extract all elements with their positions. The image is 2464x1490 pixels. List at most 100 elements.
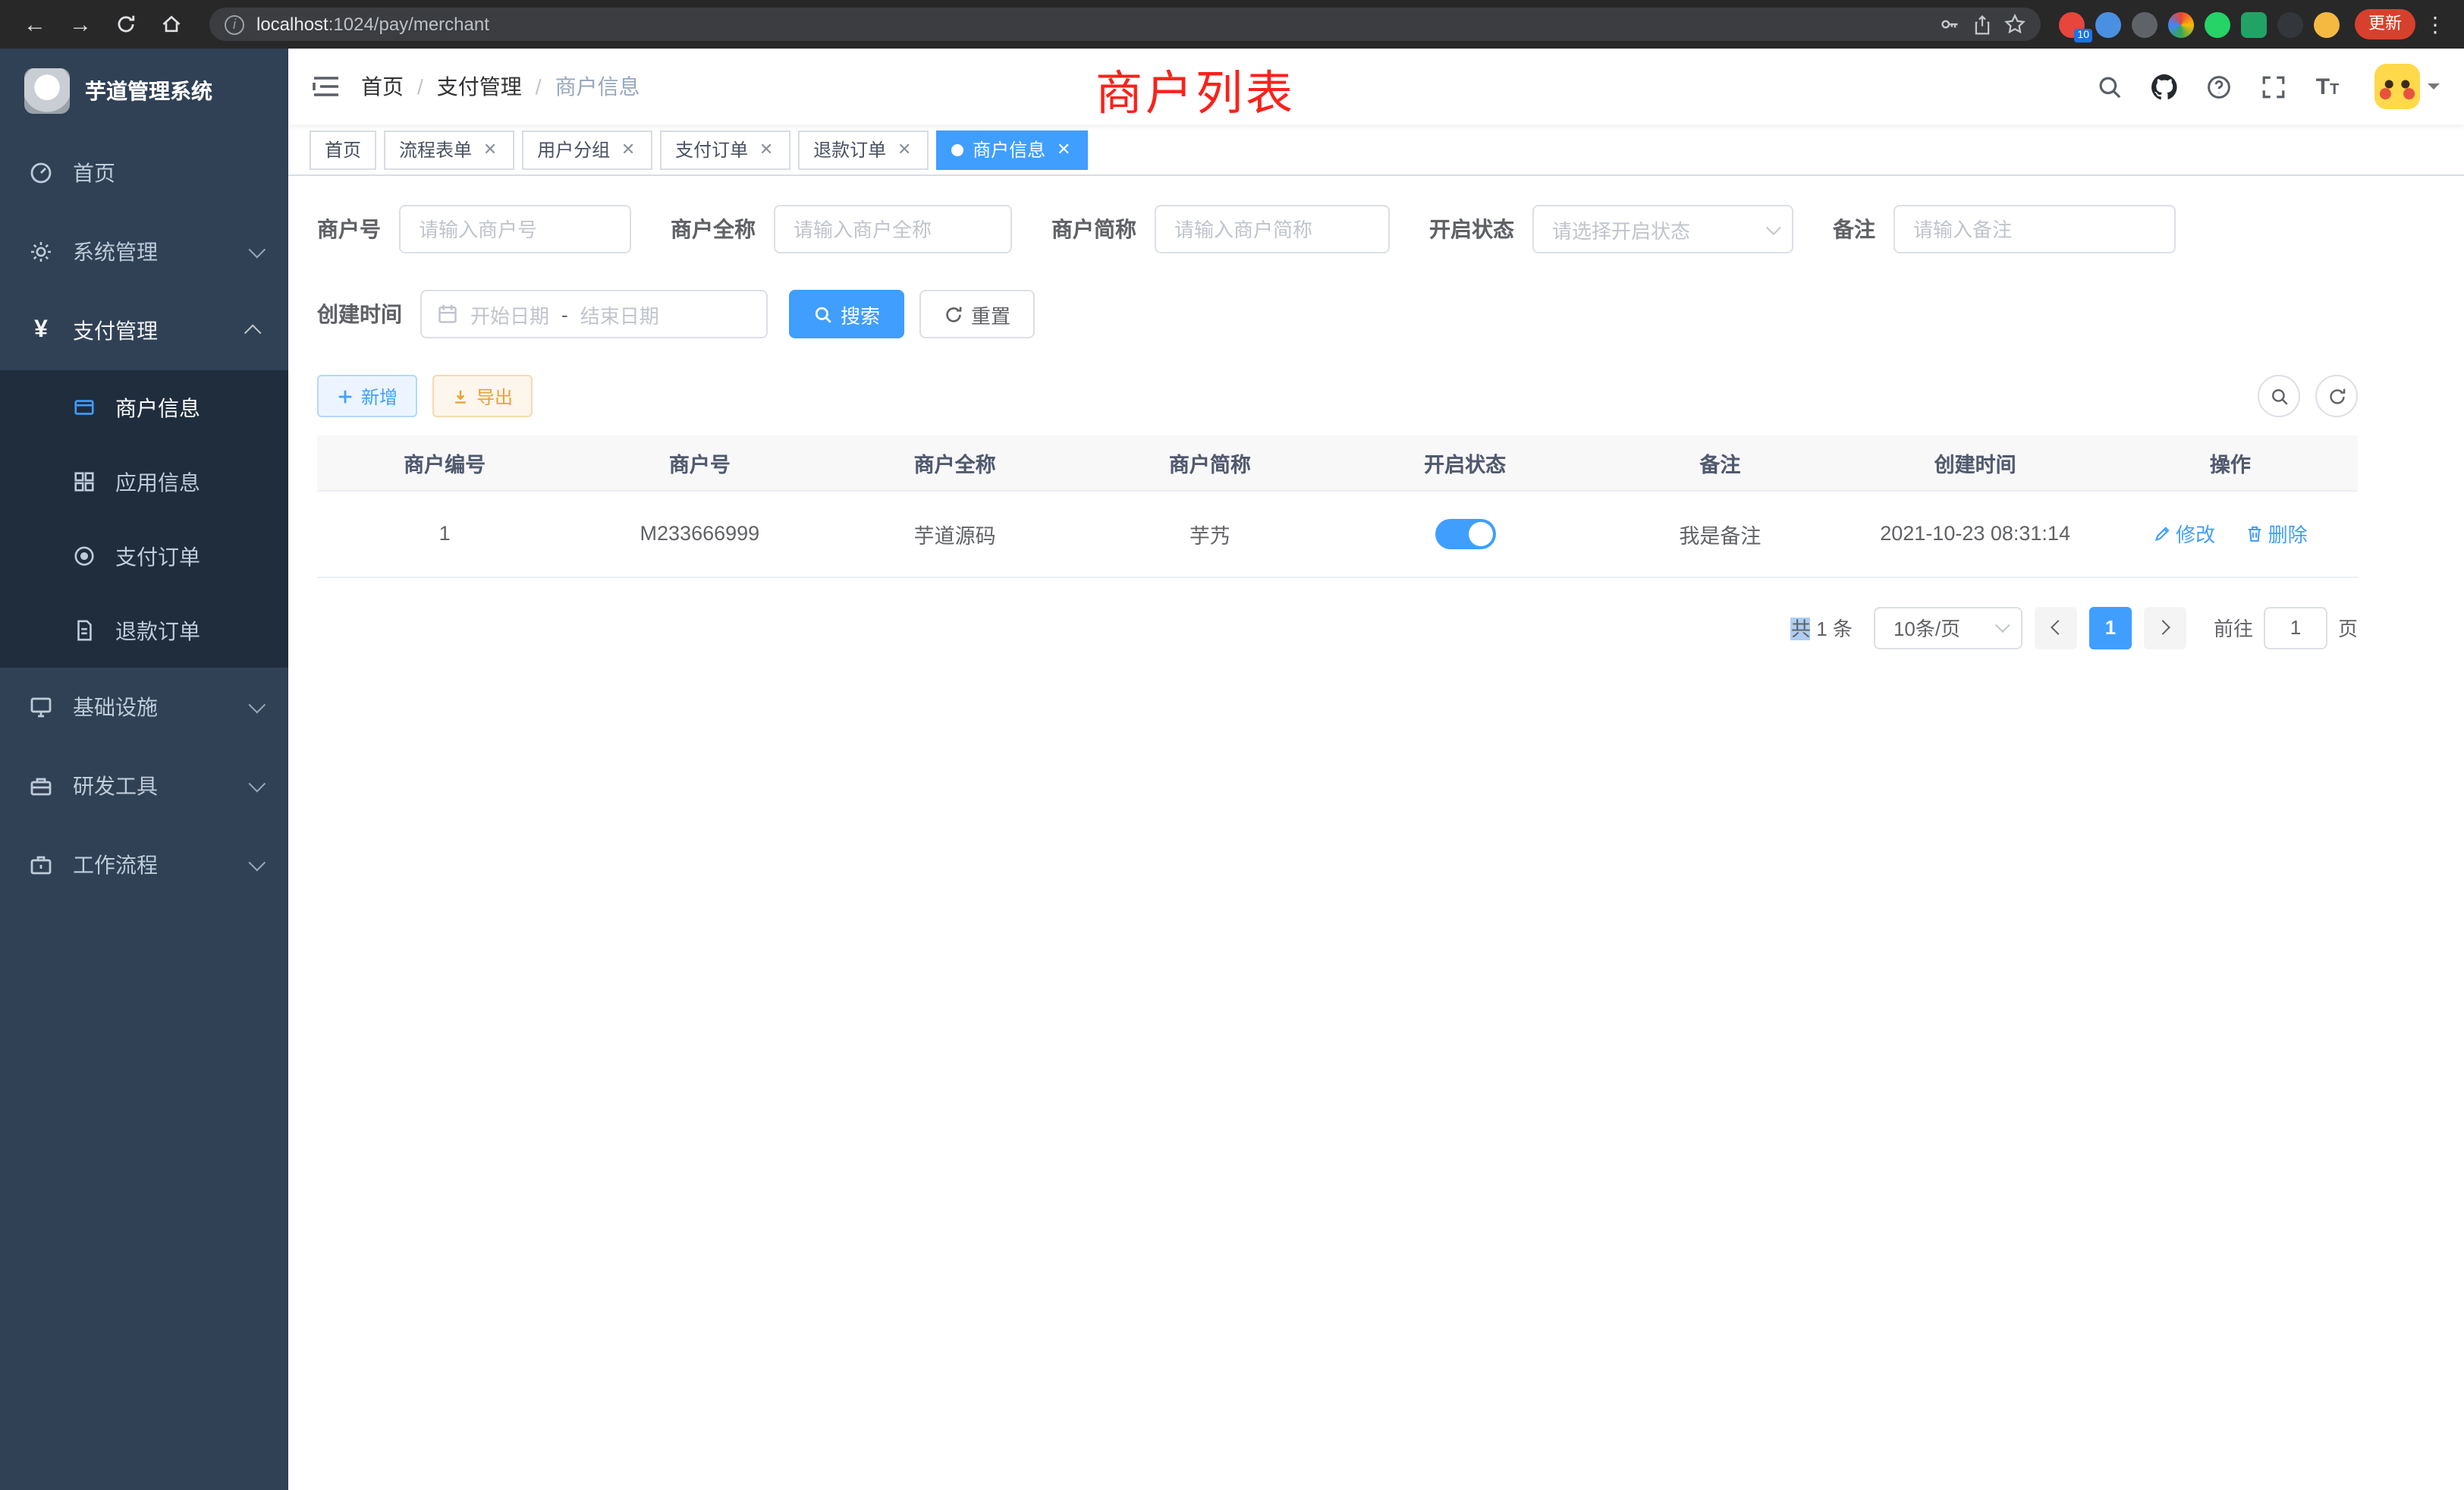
extension-icon-7[interactable] bbox=[2277, 11, 2303, 37]
status-select[interactable]: 请选择开启状态 bbox=[1532, 205, 1793, 253]
merchant-no-input[interactable] bbox=[399, 205, 631, 253]
app-title: 芋道管理系统 bbox=[85, 76, 212, 106]
active-tab-dot bbox=[951, 143, 963, 156]
tab-label: 流程表单 bbox=[399, 137, 472, 162]
add-button[interactable]: 新增 bbox=[317, 375, 417, 417]
browser-menu-icon[interactable]: ⋮ bbox=[2422, 11, 2449, 37]
profile-avatar-icon[interactable] bbox=[2314, 11, 2340, 37]
breadcrumb-item[interactable]: 支付管理 bbox=[437, 71, 522, 102]
sidebar-item-workflow[interactable]: 工作流程 bbox=[0, 825, 288, 904]
page-unit-label: 页 bbox=[2338, 613, 2358, 642]
sidebar-item-dev-tools[interactable]: 研发工具 bbox=[0, 747, 288, 825]
credit-card-icon bbox=[70, 396, 97, 419]
extension-icon-4[interactable] bbox=[2168, 11, 2194, 37]
site-info-icon[interactable]: i bbox=[225, 14, 244, 34]
sidebar-item-pay-orders[interactable]: 支付订单 bbox=[0, 519, 288, 593]
reset-button-label: 重置 bbox=[971, 300, 1010, 328]
filter-row-1: 商户号 商户全称 商户简称 开启状态 请选择开启状态 bbox=[317, 205, 2358, 253]
hamburger-icon[interactable] bbox=[313, 74, 340, 99]
sidebar-item-refund-orders[interactable]: 退款订单 bbox=[0, 593, 288, 668]
remark-input[interactable] bbox=[1894, 205, 2176, 253]
close-icon[interactable]: ✕ bbox=[895, 140, 913, 159]
edit-button[interactable]: 修改 bbox=[2153, 519, 2215, 548]
reload-icon[interactable] bbox=[106, 5, 146, 44]
close-icon[interactable]: ✕ bbox=[757, 140, 775, 159]
chevron-down-icon bbox=[1766, 219, 1781, 234]
github-icon[interactable] bbox=[2147, 70, 2180, 103]
forward-icon[interactable]: → bbox=[61, 5, 100, 44]
col-header: 商户编号 bbox=[317, 435, 572, 490]
sidebar-item-home[interactable]: 首页 bbox=[0, 134, 288, 212]
help-icon[interactable] bbox=[2202, 70, 2235, 103]
toggle-search-button[interactable] bbox=[2258, 375, 2300, 417]
tab-label: 退款订单 bbox=[813, 137, 886, 162]
edit-label: 修改 bbox=[2176, 519, 2215, 548]
bookmark-star-icon[interactable] bbox=[2004, 14, 2026, 35]
sidebar-item-app-info[interactable]: 应用信息 bbox=[0, 445, 288, 519]
extension-icon-1[interactable]: 10 bbox=[2059, 11, 2085, 37]
tab-refund-orders[interactable]: 退款订单 ✕ bbox=[798, 130, 929, 169]
extension-icon-6[interactable] bbox=[2241, 11, 2267, 37]
table-row: 1 M233666999 芋道源码 芋艿 我是备注 2021-10-23 08:… bbox=[317, 490, 2358, 577]
plus-icon bbox=[337, 388, 354, 404]
date-range-picker[interactable]: 开始日期 - 结束日期 bbox=[420, 290, 768, 338]
table-header-row: 商户编号 商户号 商户全称 商户简称 开启状态 备注 创建时间 操作 bbox=[317, 435, 2358, 490]
reset-button[interactable]: 重置 bbox=[919, 290, 1035, 338]
refresh-table-button[interactable] bbox=[2315, 375, 2358, 417]
payment-submenu: 商户信息 应用信息 支付订单 bbox=[0, 370, 288, 668]
tab-merchant-info[interactable]: 商户信息 ✕ bbox=[936, 130, 1088, 169]
sidebar-item-label: 商户信息 bbox=[115, 392, 261, 423]
sidebar: 芋道管理系统 首页 系统管理 ¥ 支付管理 bbox=[0, 49, 288, 1490]
filter-label: 开启状态 bbox=[1429, 214, 1532, 244]
gear-icon bbox=[27, 240, 55, 264]
sidebar-item-label: 基础设施 bbox=[73, 692, 249, 722]
top-navbar: 首页 / 支付管理 / 商户信息 bbox=[288, 49, 2464, 124]
navbar-tools: TT bbox=[2092, 64, 2440, 109]
tab-home[interactable]: 首页 bbox=[310, 130, 376, 169]
page-number-1[interactable]: 1 bbox=[2089, 606, 2132, 649]
address-bar[interactable]: i localhost:1024/pay/merchant bbox=[209, 8, 2041, 41]
status-toggle[interactable] bbox=[1435, 518, 1495, 549]
key-icon[interactable] bbox=[1939, 14, 1960, 35]
tab-pay-orders[interactable]: 支付订单 ✕ bbox=[660, 130, 790, 169]
user-menu[interactable] bbox=[2374, 64, 2440, 109]
delete-button[interactable]: 删除 bbox=[2246, 519, 2308, 548]
share-icon[interactable] bbox=[1972, 14, 1992, 34]
goto-label: 前往 bbox=[2214, 613, 2253, 642]
overlay-annotation: 商户列表 bbox=[1095, 55, 1296, 123]
next-page-button[interactable] bbox=[2144, 606, 2186, 649]
close-icon[interactable]: ✕ bbox=[481, 140, 499, 159]
home-icon[interactable] bbox=[152, 5, 191, 44]
tab-user-group[interactable]: 用户分组 ✕ bbox=[522, 130, 652, 169]
short-name-input[interactable] bbox=[1155, 205, 1390, 253]
font-size-icon[interactable]: TT bbox=[2311, 70, 2344, 103]
chevron-down-icon bbox=[1995, 618, 2010, 633]
export-button[interactable]: 导出 bbox=[432, 375, 533, 417]
extension-icon-5[interactable] bbox=[2205, 11, 2230, 37]
delete-label: 删除 bbox=[2268, 519, 2308, 548]
extension-icon-3[interactable] bbox=[2132, 11, 2158, 37]
prev-page-button[interactable] bbox=[2035, 606, 2077, 649]
tab-process-form[interactable]: 流程表单 ✕ bbox=[384, 130, 514, 169]
full-name-input[interactable] bbox=[774, 205, 1012, 253]
page-size-select[interactable]: 10条/页 bbox=[1874, 606, 2022, 649]
close-icon[interactable]: ✕ bbox=[619, 140, 637, 159]
sidebar-item-system[interactable]: 系统管理 bbox=[0, 212, 288, 291]
col-header: 商户全称 bbox=[828, 435, 1083, 490]
goto-page-input[interactable] bbox=[2264, 606, 2327, 649]
filter-status: 开启状态 请选择开启状态 bbox=[1429, 205, 1793, 253]
sidebar-item-infrastructure[interactable]: 基础设施 bbox=[0, 668, 288, 747]
breadcrumb-item[interactable]: 首页 bbox=[361, 71, 404, 102]
extension-icon-2[interactable] bbox=[2095, 11, 2121, 37]
sidebar-item-payment[interactable]: ¥ 支付管理 bbox=[0, 291, 288, 370]
close-icon[interactable]: ✕ bbox=[1054, 140, 1073, 159]
chrome-update-button[interactable]: 更新 bbox=[2355, 9, 2415, 39]
toolbox-icon bbox=[27, 774, 55, 798]
search-button[interactable]: 搜索 bbox=[789, 290, 904, 338]
app-logo[interactable]: 芋道管理系统 bbox=[0, 49, 288, 134]
cell-full-name: 芋道源码 bbox=[828, 490, 1083, 577]
sidebar-item-merchant-info[interactable]: 商户信息 bbox=[0, 370, 288, 445]
search-icon[interactable] bbox=[2092, 70, 2126, 103]
fullscreen-icon[interactable] bbox=[2256, 70, 2290, 103]
back-icon[interactable]: ← bbox=[15, 5, 55, 44]
